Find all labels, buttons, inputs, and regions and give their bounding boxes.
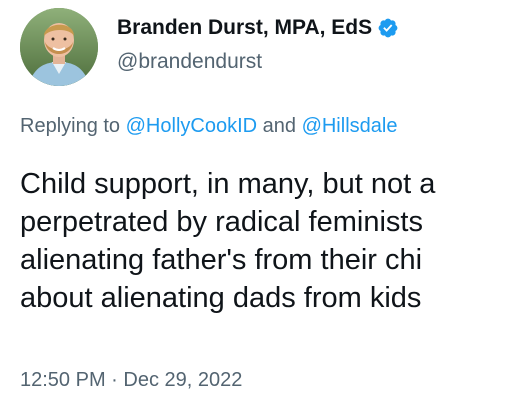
tweet-text-line: about alienating dads from kids [20, 282, 422, 314]
mention-link-hollycookid[interactable]: @HollyCookID [126, 115, 257, 137]
tweet-timestamp[interactable]: 12:50 PM · Dec 29, 2022 [20, 369, 242, 392]
replying-to-conjunction: and [257, 115, 302, 137]
avatar[interactable] [20, 8, 98, 86]
author-handle[interactable]: @brandendurst [117, 50, 262, 74]
mention-link-hillsdale[interactable]: @Hillsdale [302, 115, 398, 137]
tweet-text: Child support, in many, but not a perpet… [20, 165, 520, 317]
tweet-time[interactable]: 12:50 PM [20, 369, 106, 391]
profile-photo [20, 8, 98, 86]
tweet-text-line: Child support, in many, but not a [20, 168, 436, 200]
replying-to-line: Replying to @HollyCookID and @Hillsdale [20, 115, 397, 138]
author-name-row[interactable]: Branden Durst, MPA, EdS [117, 16, 399, 40]
tweet-date[interactable]: Dec 29, 2022 [123, 369, 242, 391]
tweet-card: Branden Durst, MPA, EdS @brandendurst Re… [0, 0, 520, 416]
timestamp-separator: · [105, 369, 124, 391]
tweet-text-line: perpetrated by radical feminists [20, 206, 423, 238]
author-display-name[interactable]: Branden Durst, MPA, EdS [117, 16, 372, 40]
tweet-text-line: alienating father's from their chi [20, 244, 423, 276]
verified-badge-icon [377, 17, 399, 39]
replying-to-label: Replying to [20, 115, 126, 137]
